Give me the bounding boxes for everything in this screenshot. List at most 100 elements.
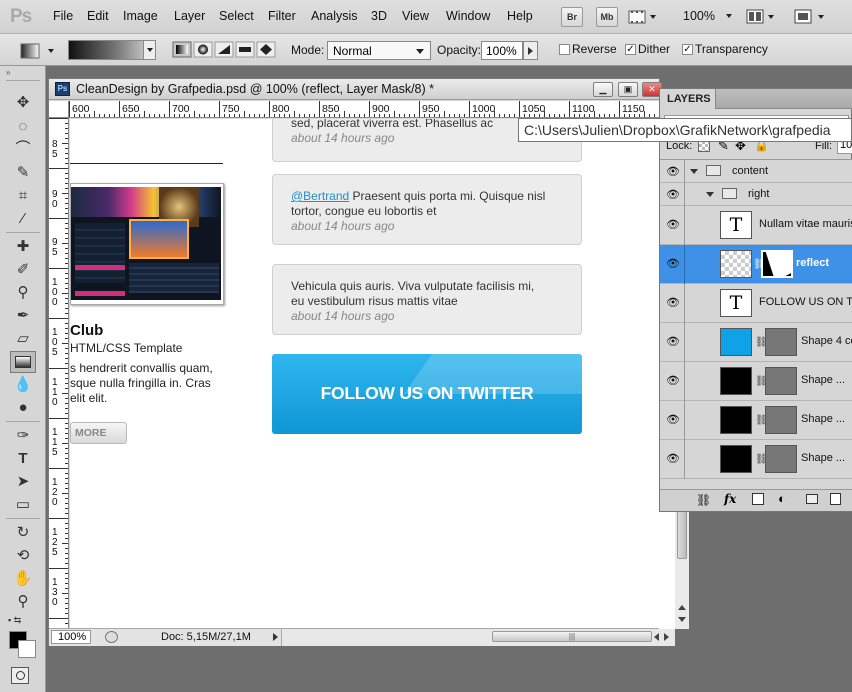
gradient-picker[interactable] <box>68 40 156 60</box>
ruler-origin[interactable] <box>49 101 69 118</box>
eye-icon[interactable]: 👁 <box>666 188 680 201</box>
menu-window[interactable]: Window <box>446 9 490 23</box>
shape-tool-icon[interactable]: ▭ <box>10 494 36 516</box>
shape-thumbnail[interactable] <box>720 445 752 473</box>
layer-row-selected[interactable]: 👁 ⛓ reflect <box>660 245 852 284</box>
path-selection-tool-icon[interactable]: ➤ <box>10 471 36 493</box>
adjustment-layer-icon[interactable]: ◐ <box>778 491 786 506</box>
menu-edit[interactable]: Edit <box>87 9 109 23</box>
extras-icon[interactable] <box>628 9 658 25</box>
quick-mask-icon[interactable] <box>11 667 29 684</box>
gradient-tool-icon[interactable] <box>10 351 36 373</box>
menu-layer[interactable]: Layer <box>174 9 205 23</box>
zoom-field[interactable]: 100% <box>51 630 91 644</box>
reverse-checkbox[interactable] <box>559 44 570 55</box>
background-color-swatch[interactable] <box>18 640 36 658</box>
pen-tool-icon[interactable]: ✑ <box>10 425 36 447</box>
3d-orbit-tool-icon[interactable]: ⟲ <box>10 545 36 567</box>
scroll-right-icon[interactable] <box>664 633 669 641</box>
vector-mask-thumbnail[interactable] <box>765 406 797 434</box>
new-layer-icon[interactable] <box>830 493 841 505</box>
opacity-slider-button[interactable] <box>523 41 538 60</box>
clone-stamp-tool-icon[interactable]: ⚲ <box>10 282 36 304</box>
new-group-icon[interactable] <box>806 494 818 504</box>
minimize-button[interactable]: ▁ <box>593 82 613 97</box>
add-mask-icon[interactable] <box>752 493 764 505</box>
dither-checkbox[interactable]: ✓ <box>625 44 636 55</box>
layer-row[interactable]: 👁 ⛓ Shape 4 co <box>660 323 852 362</box>
layer-mask-thumbnail[interactable] <box>761 250 793 278</box>
layer-row[interactable]: 👁 ⛓ Shape ... <box>660 440 852 479</box>
layer-row[interactable]: 👁 T Nullam vitae mauris <box>660 206 852 245</box>
eye-icon[interactable]: 👁 <box>666 413 680 426</box>
zoom-level[interactable]: 100% <box>683 9 715 23</box>
menu-3d[interactable]: 3D <box>371 9 387 23</box>
history-brush-tool-icon[interactable]: ✒ <box>10 305 36 327</box>
chevron-down-icon[interactable] <box>706 192 714 197</box>
link-layers-icon[interactable]: ⛓ <box>696 493 711 507</box>
transparency-checkbox[interactable]: ✓ <box>682 44 693 55</box>
menu-view[interactable]: View <box>402 9 429 23</box>
shape-thumbnail[interactable] <box>720 367 752 395</box>
shape-thumbnail[interactable] <box>720 328 752 356</box>
status-info-icon[interactable] <box>105 631 118 643</box>
screen-mode-icon[interactable] <box>794 9 826 25</box>
vector-mask-thumbnail[interactable] <box>765 445 797 473</box>
gradient-type-group[interactable] <box>172 41 276 59</box>
arrange-documents-icon[interactable] <box>746 9 776 25</box>
chevron-down-icon[interactable] <box>690 169 698 174</box>
vector-mask-thumbnail[interactable] <box>765 328 797 356</box>
tweet-mention-link[interactable]: @Bertrand <box>291 189 349 203</box>
collapse-icon[interactable]: » <box>6 69 40 77</box>
shape-thumbnail[interactable] <box>720 406 752 434</box>
eye-icon[interactable]: 👁 <box>666 374 680 387</box>
menu-filter[interactable]: Filter <box>268 9 296 23</box>
move-tool-icon[interactable]: ✥ <box>10 92 36 114</box>
quick-selection-tool-icon[interactable]: ✎ <box>10 162 36 184</box>
eye-icon[interactable]: 👁 <box>666 165 680 178</box>
lasso-tool-icon[interactable]: ⌒ <box>10 138 36 160</box>
healing-brush-tool-icon[interactable]: ✚ <box>10 236 36 258</box>
eyedropper-tool-icon[interactable]: ⁄ <box>10 208 36 230</box>
layer-row[interactable]: 👁 T FOLLOW US ON TWITTER <box>660 284 852 323</box>
chevron-down-icon[interactable] <box>143 41 155 59</box>
mini-bridge-button[interactable]: Mb <box>596 7 618 27</box>
menu-analysis[interactable]: Analysis <box>311 9 358 23</box>
follow-twitter-button[interactable]: FOLLOW US ON TWITTER <box>272 354 582 434</box>
default-colors-icon[interactable]: ▪ ⇆ <box>8 615 38 627</box>
layer-style-icon[interactable]: fx <box>724 492 736 506</box>
mode-select[interactable]: Normal <box>327 41 431 60</box>
layer-row[interactable]: 👁 ⛓ Shape ... <box>660 401 852 440</box>
eye-icon[interactable]: 👁 <box>666 452 680 465</box>
eye-icon[interactable]: 👁 <box>666 257 680 270</box>
menu-help[interactable]: Help <box>507 9 533 23</box>
scroll-down-icon[interactable] <box>678 617 686 622</box>
eye-icon[interactable]: 👁 <box>666 335 680 348</box>
document-canvas[interactable]: Club HTML/CSS Template s hendrerit conva… <box>70 119 675 629</box>
chevron-down-icon[interactable] <box>726 14 732 18</box>
horizontal-scrollbar[interactable]: ||| <box>281 629 675 646</box>
layer-group-row[interactable]: 👁 right <box>660 183 852 206</box>
brush-tool-icon[interactable]: ✐ <box>10 259 36 281</box>
hand-tool-icon[interactable]: ✋ <box>10 568 36 590</box>
document-titlebar[interactable]: Ps CleanDesign by Grafpedia.psd @ 100% (… <box>49 79 662 100</box>
more-button[interactable]: MORE <box>70 422 127 444</box>
eye-icon[interactable]: 👁 <box>666 218 680 231</box>
layer-thumbnail[interactable] <box>720 250 752 278</box>
scroll-up-icon[interactable] <box>678 605 686 610</box>
tab-layers[interactable]: LAYERS <box>660 89 716 109</box>
zoom-tool-icon[interactable]: ⚲ <box>10 591 36 613</box>
crop-tool-icon[interactable]: ⌗ <box>10 185 36 207</box>
type-tool-icon[interactable]: T <box>10 448 36 470</box>
restore-button[interactable]: ▣ <box>618 82 638 97</box>
menu-file[interactable]: File <box>53 9 73 23</box>
tool-preset-icon[interactable] <box>14 42 58 60</box>
menu-select[interactable]: Select <box>219 9 254 23</box>
menu-image[interactable]: Image <box>123 9 158 23</box>
scrollbar-thumb[interactable]: ||| <box>492 631 652 642</box>
eraser-tool-icon[interactable]: ▱ <box>10 328 36 350</box>
3d-rotate-tool-icon[interactable]: ↻ <box>10 522 36 544</box>
blur-tool-icon[interactable]: 💧 <box>10 374 36 396</box>
opacity-input[interactable]: 100% <box>481 41 523 60</box>
layer-group-row[interactable]: 👁 content <box>660 160 852 183</box>
